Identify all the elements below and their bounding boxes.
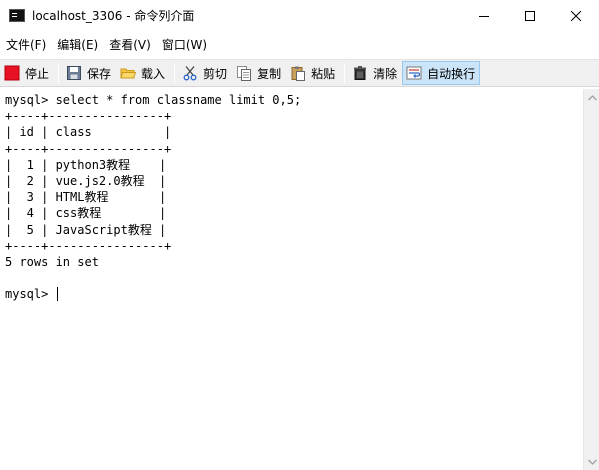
- console-line: | 5 | JavaScript教程 |: [5, 222, 167, 237]
- stop-button[interactable]: 停止: [0, 61, 54, 85]
- console-line: +----+----------------+: [5, 109, 172, 124]
- paste-label: 粘贴: [311, 66, 336, 81]
- console-line: +----+----------------+: [5, 238, 172, 253]
- folder-open-icon: [120, 65, 137, 81]
- maximize-button[interactable]: [507, 0, 553, 31]
- minimize-button[interactable]: [461, 0, 507, 31]
- toolbar-separator: [344, 63, 346, 83]
- console-line: 5 rows in set: [5, 254, 99, 269]
- toolbar-separator: [174, 63, 176, 83]
- scroll-up-button[interactable]: [584, 89, 599, 106]
- copy-button[interactable]: 复制: [232, 61, 286, 85]
- copy-icon: [236, 65, 252, 81]
- clear-button[interactable]: 清除: [348, 61, 402, 85]
- console-line: mysql> select * from classname limit 0,5…: [5, 93, 302, 107]
- trash-icon: [352, 65, 368, 81]
- chevron-down-icon: [587, 459, 597, 465]
- console-prompt: mysql>: [5, 287, 56, 302]
- cut-button[interactable]: 剪切: [178, 61, 232, 85]
- console-line: | 1 | python3教程 |: [5, 157, 167, 172]
- title-bar: localhost_3306 - 命令列介面: [0, 0, 599, 31]
- scroll-down-button[interactable]: [584, 453, 599, 470]
- minimize-icon: [479, 15, 489, 17]
- vertical-scrollbar[interactable]: [583, 89, 599, 470]
- wrap-label: 自动换行: [427, 66, 476, 81]
- text-cursor: [56, 287, 58, 302]
- save-button[interactable]: 保存: [62, 61, 116, 85]
- menu-file[interactable]: 文件(F): [0, 36, 51, 53]
- save-label: 保存: [87, 66, 112, 81]
- menu-bar: 文件(F) 编辑(E) 查看(V) 窗口(W): [0, 33, 599, 55]
- stop-label: 停止: [25, 66, 50, 81]
- console-line: | 2 | vue.js2.0教程 |: [5, 173, 167, 188]
- toolbar-separator: [58, 63, 60, 83]
- terminal-icon: [9, 9, 25, 22]
- load-label: 载入: [141, 66, 166, 81]
- paste-icon: [290, 65, 306, 81]
- load-button[interactable]: 载入: [116, 61, 170, 85]
- clear-label: 清除: [373, 66, 398, 81]
- window-title: localhost_3306 - 命令列介面: [32, 9, 195, 23]
- menu-view[interactable]: 查看(V): [103, 36, 156, 53]
- console-line: | 4 | css教程 |: [5, 206, 167, 221]
- paste-button[interactable]: 粘贴: [286, 61, 340, 85]
- console-line: +----+----------------+: [5, 141, 172, 156]
- chevron-up-icon: [587, 94, 597, 100]
- console-prompt-line[interactable]: mysql>: [5, 286, 583, 302]
- console-line: | id | class |: [5, 125, 172, 140]
- copy-label: 复制: [257, 66, 282, 81]
- scissors-icon: [182, 65, 198, 81]
- console-line: | 3 | HTML教程 |: [5, 190, 167, 205]
- save-icon: [66, 65, 82, 81]
- toolbar: 停止 保存 载入 剪切 复制 粘贴 清除 自动换行: [0, 59, 599, 87]
- cut-label: 剪切: [203, 66, 228, 81]
- close-button[interactable]: [553, 0, 599, 31]
- wrap-icon: [406, 65, 422, 81]
- word-wrap-toggle[interactable]: 自动换行: [402, 61, 481, 85]
- close-icon: [571, 10, 581, 21]
- window-controls: [461, 0, 599, 31]
- maximize-icon: [525, 10, 535, 21]
- menu-edit[interactable]: 编辑(E): [51, 36, 103, 53]
- console-output[interactable]: mysql> select * from classname limit 0,5…: [0, 89, 583, 470]
- menu-window[interactable]: 窗口(W): [156, 36, 212, 53]
- stop-icon: [4, 65, 20, 81]
